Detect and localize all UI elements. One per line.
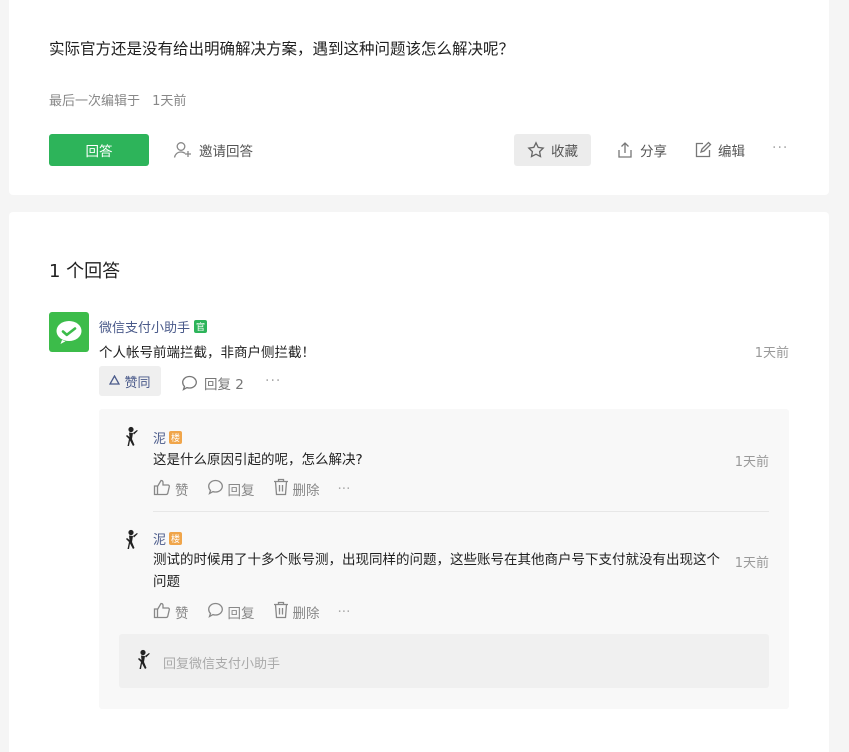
comment-bubble-icon (207, 479, 224, 499)
answer-reply-button[interactable]: 回复 2 (181, 373, 244, 393)
comment-actions: 赞 回复 删除 ··· (153, 601, 350, 623)
edit-meta-label: 最后一次编辑于 (49, 94, 141, 109)
agree-label: 赞同 (124, 375, 151, 391)
commenter-figure-icon (138, 649, 150, 669)
commenter-avatar[interactable] (121, 529, 141, 553)
my-avatar (133, 649, 153, 673)
official-badge: 官 (194, 320, 208, 333)
reply-input-placeholder[interactable]: 回复微信支付小助手 (163, 653, 280, 672)
comment-author[interactable]: 泥 楼 (153, 428, 183, 447)
question-text: 实际官方还是没有给出明确解决方案，遇到这种问题该怎么解决呢？ (49, 40, 515, 58)
comment-reply-button[interactable]: 回复 (207, 479, 255, 499)
question-more-button[interactable]: ··· (772, 140, 788, 156)
star-icon (527, 141, 545, 159)
comment-time: 1天前 (734, 556, 769, 571)
comment-author-name: 泥 (153, 533, 167, 548)
answer-more-button[interactable]: ··· (265, 373, 281, 389)
favorite-label: 收藏 (551, 144, 578, 160)
invite-answer-button[interactable]: 邀请回答 (173, 140, 253, 160)
answers-count: 1 个回答 (49, 261, 121, 282)
comment-author[interactable]: 泥 楼 (153, 529, 183, 548)
question-edit-meta: 最后一次编辑于 1天前 (49, 90, 194, 109)
answer-text: 个人帐号前端拦截，非商户侧拦截！ (99, 345, 315, 361)
comment-time: 1天前 (734, 455, 769, 470)
thumbs-up-icon (153, 479, 171, 500)
comment-more-button[interactable]: ··· (338, 604, 351, 620)
comment-delete-label: 删除 (292, 606, 320, 622)
comment-delete-button[interactable]: 删除 (273, 478, 320, 500)
comment-text: 这是什么原因引起的呢，怎么解决? (153, 452, 363, 468)
commenter-figure-icon (126, 426, 138, 446)
comment-author-name: 泥 (153, 432, 167, 447)
comment-reply-button[interactable]: 回复 (207, 602, 255, 622)
comment-more-button[interactable]: ··· (338, 481, 351, 497)
comment-like-button[interactable]: 赞 (153, 479, 189, 500)
comment-list: 泥 楼 这是什么原因引起的呢，怎么解决? 1天前 赞 回复 删除 ··· 泥 楼… (99, 409, 789, 709)
share-icon (616, 141, 634, 159)
trash-icon (273, 478, 289, 500)
wechat-pay-avatar[interactable] (49, 312, 89, 352)
comment-bubble-icon (207, 602, 224, 622)
comment-reply-label: 回复 (227, 606, 255, 622)
edit-icon (694, 141, 712, 159)
floor-owner-badge: 楼 (169, 532, 183, 545)
comment-divider (153, 511, 769, 512)
comment-like-label: 赞 (175, 606, 189, 622)
answer-button[interactable]: 回答 (49, 134, 149, 166)
reply-input-box[interactable]: 回复微信支付小助手 (119, 634, 769, 688)
invite-user-icon (173, 141, 193, 159)
comment-actions: 赞 回复 删除 ··· (153, 478, 350, 500)
comment-text: 测试的时候用了十多个账号测，出现同样的问题，这些账号在其他商户号下支付就没有出现… (153, 552, 720, 590)
comment-bubble-icon (181, 375, 198, 391)
share-label: 分享 (640, 144, 667, 160)
commenter-figure-icon (126, 529, 138, 549)
answer-time: 1天前 (754, 346, 789, 361)
comment-reply-label: 回复 (227, 483, 255, 499)
wechat-pay-logo-icon (56, 321, 82, 344)
invite-answer-label: 邀请回答 (199, 144, 253, 160)
comment-delete-label: 删除 (292, 483, 320, 499)
comment-like-button[interactable]: 赞 (153, 602, 189, 623)
share-button[interactable]: 分享 (616, 140, 667, 160)
thumbs-up-icon (153, 602, 171, 623)
trash-icon (273, 601, 289, 623)
favorite-button[interactable]: 收藏 (514, 134, 591, 166)
triangle-up-icon (109, 374, 121, 389)
floor-owner-badge: 楼 (169, 431, 183, 444)
answer-author-name: 微信支付小助手 (99, 321, 191, 336)
comment-like-label: 赞 (175, 483, 189, 499)
edit-label: 编辑 (718, 144, 745, 160)
answer-author[interactable]: 微信支付小助手 官 (99, 317, 208, 336)
answers-card: 1 个回答 微信支付小助手 官 个人帐号前端拦截，非商户侧拦截！ 1天前 赞同 … (9, 212, 829, 752)
answer-reply-label: 回复 2 (204, 377, 244, 393)
commenter-avatar[interactable] (121, 426, 141, 450)
question-card: · · 实际官方还是没有给出明确解决方案，遇到这种问题该怎么解决呢？ 最后一次编… (9, 0, 829, 195)
comment-delete-button[interactable]: 删除 (273, 601, 320, 623)
agree-button[interactable]: 赞同 (99, 366, 161, 396)
edit-meta-time: 1天前 (152, 94, 187, 109)
edit-button[interactable]: 编辑 (694, 140, 745, 160)
